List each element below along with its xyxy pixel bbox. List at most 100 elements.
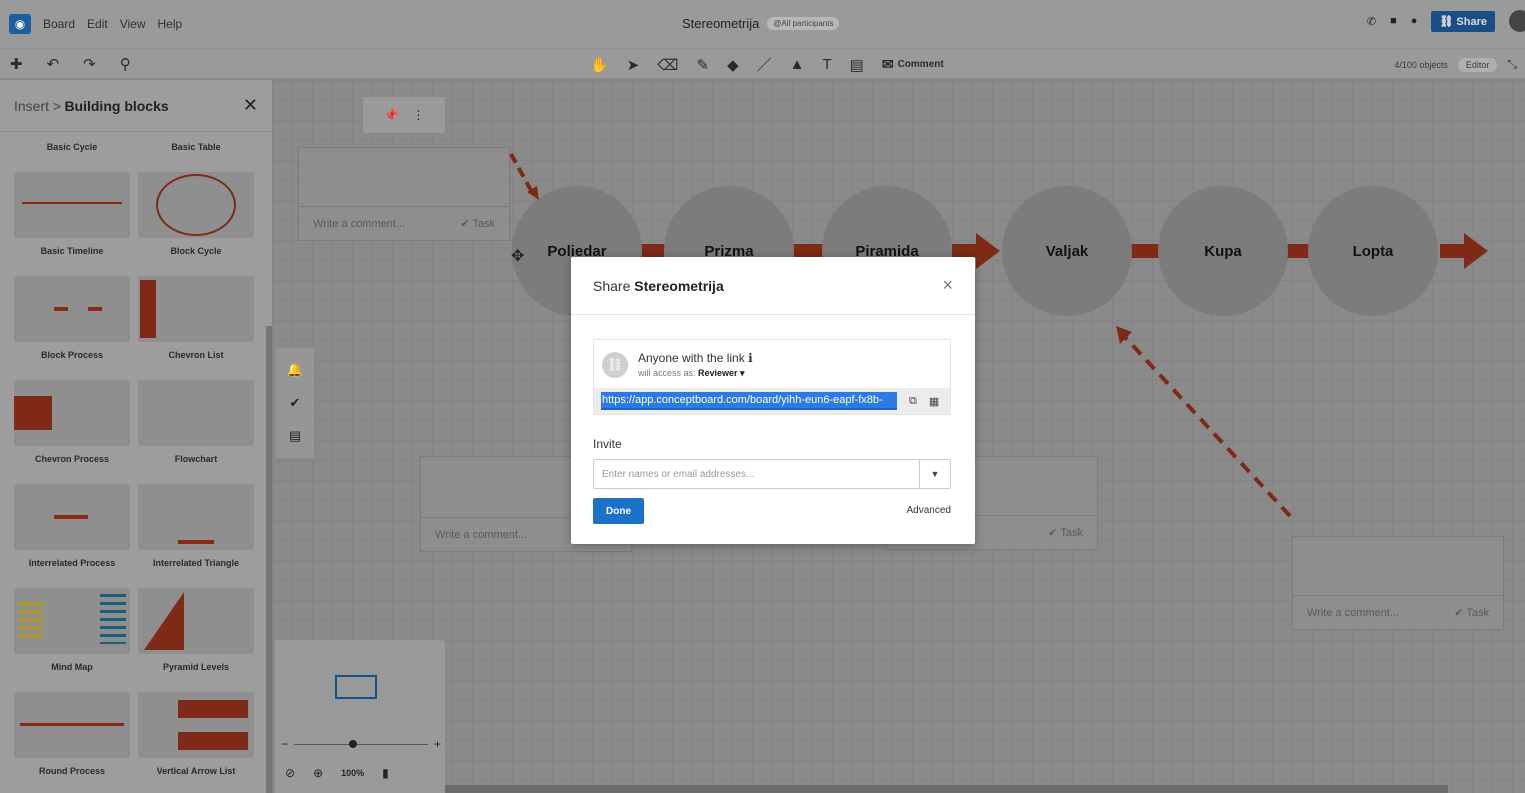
block-mind-map-label[interactable]: Mind Map xyxy=(14,662,130,672)
close-icon[interactable]: × xyxy=(942,275,953,296)
block-pyramid-levels-label[interactable]: Pyramid Levels xyxy=(138,662,254,672)
task-button[interactable]: ✔ Task xyxy=(1454,606,1489,619)
horizontal-scrollbar[interactable] xyxy=(445,785,1448,793)
participants-pill[interactable]: @All participants xyxy=(767,17,840,30)
check-circle-icon[interactable]: ✔ xyxy=(290,395,301,411)
marker-tool-icon[interactable]: ◆ xyxy=(727,56,739,74)
task-button[interactable]: ✔ Task xyxy=(460,217,495,230)
block-basic-table-label[interactable]: Basic Table xyxy=(138,142,254,152)
block-block-process-label[interactable]: Block Process xyxy=(14,350,130,360)
menu-help[interactable]: Help xyxy=(158,17,183,31)
block-block-cycle-thumb[interactable] xyxy=(138,172,254,238)
connector-arrow[interactable] xyxy=(1286,244,1310,258)
connector-arrow[interactable] xyxy=(1440,244,1466,258)
block-basic-cycle-label[interactable]: Basic Cycle xyxy=(14,142,130,152)
close-icon[interactable]: ✕ xyxy=(243,95,258,116)
block-vertical-arrow-list-thumb[interactable] xyxy=(138,692,254,758)
breadcrumb[interactable]: Insert > xyxy=(14,98,61,114)
advanced-link[interactable]: Advanced xyxy=(907,505,951,516)
task-button[interactable]: ✔ Task xyxy=(1048,526,1083,539)
circle-shape[interactable]: Kupa xyxy=(1158,186,1288,316)
bell-icon[interactable]: 🔔 xyxy=(287,362,303,378)
list-icon[interactable]: ▤ xyxy=(289,428,301,444)
menu-view[interactable]: View xyxy=(120,17,146,31)
pen-tool-icon[interactable]: ✎ xyxy=(696,56,709,74)
add-icon[interactable]: ✚ xyxy=(10,55,23,73)
undo-icon[interactable]: ↶ xyxy=(47,55,60,73)
phone-icon[interactable]: ✆ xyxy=(1367,15,1376,28)
comment-tool[interactable]: ✉ Comment xyxy=(882,56,944,73)
zoom-slider-knob[interactable] xyxy=(349,739,358,748)
text-tool-icon[interactable]: T xyxy=(822,56,831,73)
qr-code-icon[interactable]: ▦ xyxy=(929,395,939,408)
chat-icon[interactable]: ● xyxy=(1411,15,1418,27)
sticky-note[interactable]: Write a comment... ✔ Task xyxy=(298,147,510,241)
select-tool-icon[interactable]: ➤ xyxy=(627,56,640,74)
chevron-down-icon[interactable]: ▼ xyxy=(919,460,950,488)
zoom-in-icon[interactable]: + xyxy=(434,737,441,751)
share-button[interactable]: ⛓ Share xyxy=(1431,10,1495,32)
board-title[interactable]: Stereometrija xyxy=(682,16,759,31)
menu-edit[interactable]: Edit xyxy=(87,17,108,31)
app-logo-icon[interactable]: ◉ xyxy=(9,14,31,34)
info-icon[interactable]: ℹ xyxy=(748,351,753,365)
block-interrelated-triangle-thumb[interactable] xyxy=(138,484,254,550)
minimap-viewport[interactable] xyxy=(335,675,377,699)
block-chevron-list-label[interactable]: Chevron List xyxy=(138,350,254,360)
avatar[interactable] xyxy=(1509,10,1525,32)
zoom-out-icon[interactable]: − xyxy=(281,737,288,751)
block-basic-timeline-thumb[interactable] xyxy=(14,172,130,238)
block-flowchart-label[interactable]: Flowchart xyxy=(138,454,254,464)
video-icon[interactable]: ■ xyxy=(1390,15,1397,27)
block-vertical-arrow-list-label[interactable]: Vertical Arrow List xyxy=(138,766,254,776)
connector-arrow[interactable] xyxy=(790,244,826,258)
anyone-with-link: Anyone with the link ℹ xyxy=(638,351,753,365)
block-pyramid-levels-thumb[interactable] xyxy=(138,588,254,654)
comment-input[interactable]: Write a comment... xyxy=(435,529,527,541)
format-painter-icon[interactable]: ⚲ xyxy=(120,55,131,73)
block-chevron-process-label[interactable]: Chevron Process xyxy=(14,454,130,464)
eraser-tool-icon[interactable]: ⌫ xyxy=(657,56,678,74)
line-tool-icon[interactable]: ／ xyxy=(757,54,772,75)
block-chevron-process-thumb[interactable] xyxy=(14,380,130,446)
invite-input[interactable]: Enter names or email addresses... ▼ xyxy=(593,459,951,489)
shapes-tool-icon[interactable]: ▲ xyxy=(790,56,805,73)
share-url-field[interactable]: https://app.conceptboard.com/board/yihh-… xyxy=(601,392,897,410)
copy-icon[interactable]: ⧉ xyxy=(909,395,917,408)
circle-shape[interactable]: Lopta xyxy=(1308,186,1438,316)
block-mind-map-thumb[interactable] xyxy=(14,588,130,654)
sticky-note[interactable]: Write a comment... ✔ Task xyxy=(1292,536,1504,630)
zoom-fit-icon[interactable]: ⊕ xyxy=(313,766,323,780)
block-block-process-thumb[interactable] xyxy=(14,276,130,342)
block-block-cycle-label[interactable]: Block Cycle xyxy=(138,246,254,256)
pin-icon[interactable]: 📌 xyxy=(384,108,399,122)
dashed-arrow[interactable] xyxy=(505,150,545,204)
block-interrelated-triangle-label[interactable]: Interrelated Triangle xyxy=(138,558,254,568)
mouse-icon[interactable]: ▮ xyxy=(382,766,389,780)
connector-arrow[interactable] xyxy=(952,244,978,258)
block-flowchart-thumb[interactable] xyxy=(138,380,254,446)
block-round-process-label[interactable]: Round Process xyxy=(14,766,130,776)
fullscreen-icon[interactable]: ⤡ xyxy=(1507,57,1517,72)
block-basic-timeline-label[interactable]: Basic Timeline xyxy=(14,246,130,256)
sticky-note-tool-icon[interactable]: ▤ xyxy=(850,56,864,74)
access-role-dropdown[interactable]: Reviewer ▾ xyxy=(698,368,745,378)
zoom-level[interactable]: 100% xyxy=(341,768,364,778)
connector-arrow[interactable] xyxy=(1130,244,1160,258)
block-interrelated-process-label[interactable]: Interrelated Process xyxy=(14,558,130,568)
more-options-icon[interactable]: ⋮ xyxy=(412,108,424,122)
dashed-arrow[interactable] xyxy=(1110,322,1300,522)
zoom-slider[interactable] xyxy=(294,739,428,748)
done-button[interactable]: Done xyxy=(593,498,644,524)
circle-shape[interactable]: Valjak xyxy=(1002,186,1132,316)
block-interrelated-process-thumb[interactable] xyxy=(14,484,130,550)
menu-board[interactable]: Board xyxy=(43,17,75,31)
mode-pill[interactable]: Editor xyxy=(1457,57,1498,72)
redo-icon[interactable]: ↷ xyxy=(83,55,96,73)
comment-input[interactable]: Write a comment... xyxy=(1307,607,1399,619)
comment-input[interactable]: Write a comment... xyxy=(313,218,405,230)
compass-icon[interactable]: ⊘ xyxy=(285,766,295,780)
block-chevron-list-thumb[interactable] xyxy=(138,276,254,342)
hand-tool-icon[interactable]: ✋ xyxy=(590,56,609,74)
block-round-process-thumb[interactable] xyxy=(14,692,130,758)
